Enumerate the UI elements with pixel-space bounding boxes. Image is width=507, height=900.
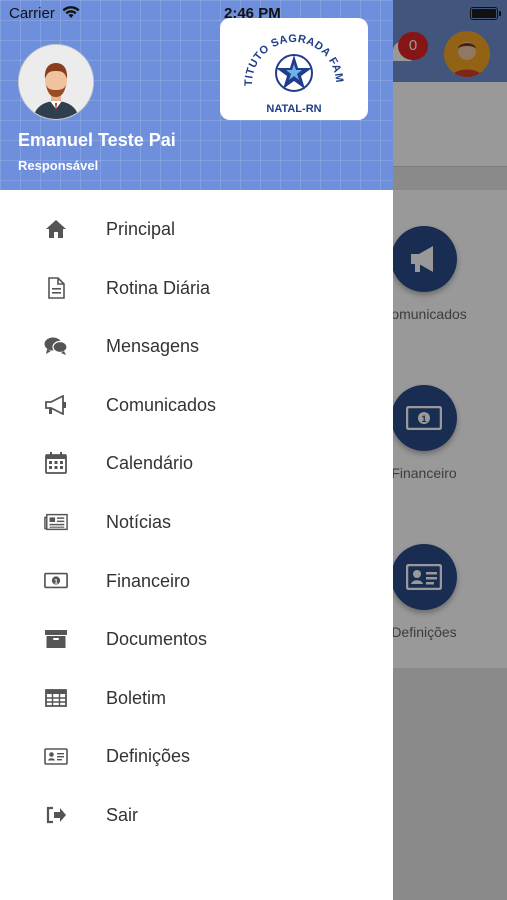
- drawer-header: Emanuel Teste Pai Responsável INSTITUTO …: [0, 0, 393, 190]
- menu-item-rotina-diaria[interactable]: Rotina Diária: [0, 259, 393, 317]
- user-name: Emanuel Teste Pai: [18, 130, 176, 150]
- sign-out-icon: [44, 804, 68, 826]
- status-time: 2:46 PM: [224, 5, 281, 22]
- newspaper-icon: [44, 511, 68, 533]
- menu-item-boletim[interactable]: Boletim: [0, 669, 393, 727]
- avatar[interactable]: [18, 44, 94, 120]
- wifi-icon: [62, 6, 80, 23]
- menu-item-definicoes[interactable]: Definições: [0, 727, 393, 785]
- menu-item-sair[interactable]: Sair: [0, 786, 393, 844]
- status-bar: Carrier 2:46 PM: [0, 0, 507, 28]
- menu-item-comunicados[interactable]: Comunicados: [0, 376, 393, 434]
- svg-text:1: 1: [54, 578, 58, 585]
- document-icon: [44, 276, 68, 299]
- id-card-icon: [44, 745, 68, 767]
- chat-icon: [44, 335, 68, 357]
- menu-item-label: Rotina Diária: [106, 277, 211, 298]
- menu-item-label: Boletim: [106, 687, 167, 708]
- menu-item-label: Definições: [106, 746, 191, 767]
- menu-item-documentos[interactable]: Documentos: [0, 610, 393, 668]
- logo-top-text: INSTITUTO SAGRADA FAMÍLIA: [216, 8, 345, 86]
- table-icon: [44, 687, 68, 709]
- battery-tip: [499, 11, 501, 16]
- megaphone-icon: [44, 394, 68, 416]
- battery-icon: [470, 7, 498, 20]
- archive-icon: [44, 628, 68, 650]
- menu-item-label: Sair: [106, 805, 139, 825]
- menu-item-label: Notícias: [106, 512, 172, 532]
- menu-item-noticias[interactable]: Notícias: [0, 493, 393, 551]
- menu-item-label: Principal: [106, 219, 176, 239]
- menu-item-principal[interactable]: Principal: [0, 200, 393, 258]
- menu-item-financeiro[interactable]: 1 Financeiro: [0, 552, 393, 610]
- money-icon: 1: [44, 570, 68, 592]
- svg-text:INSTITUTO SAGRADA FAMÍLIA: INSTITUTO SAGRADA FAMÍLIA: [220, 18, 345, 86]
- menu-item-label: Comunicados: [106, 394, 217, 415]
- menu-item-calendario[interactable]: Calendário: [0, 434, 393, 492]
- menu-item-label: Calendário: [106, 453, 194, 474]
- menu-item-label: Mensagens: [106, 336, 200, 357]
- carrier-label: Carrier: [9, 5, 55, 22]
- menu-item-label: Documentos: [106, 629, 208, 650]
- navigation-drawer: Emanuel Teste Pai Responsável INSTITUTO …: [0, 0, 393, 900]
- home-icon: [44, 218, 68, 240]
- school-logo: INSTITUTO SAGRADA FAMÍLIA NATAL-RN: [216, 8, 368, 120]
- calendar-icon: [44, 452, 68, 475]
- menu-item-label: Financeiro: [106, 570, 191, 591]
- menu-item-mensagens[interactable]: Mensagens: [0, 317, 393, 375]
- user-role: Responsável: [18, 158, 99, 173]
- logo-bottom-text: NATAL-RN: [266, 103, 321, 115]
